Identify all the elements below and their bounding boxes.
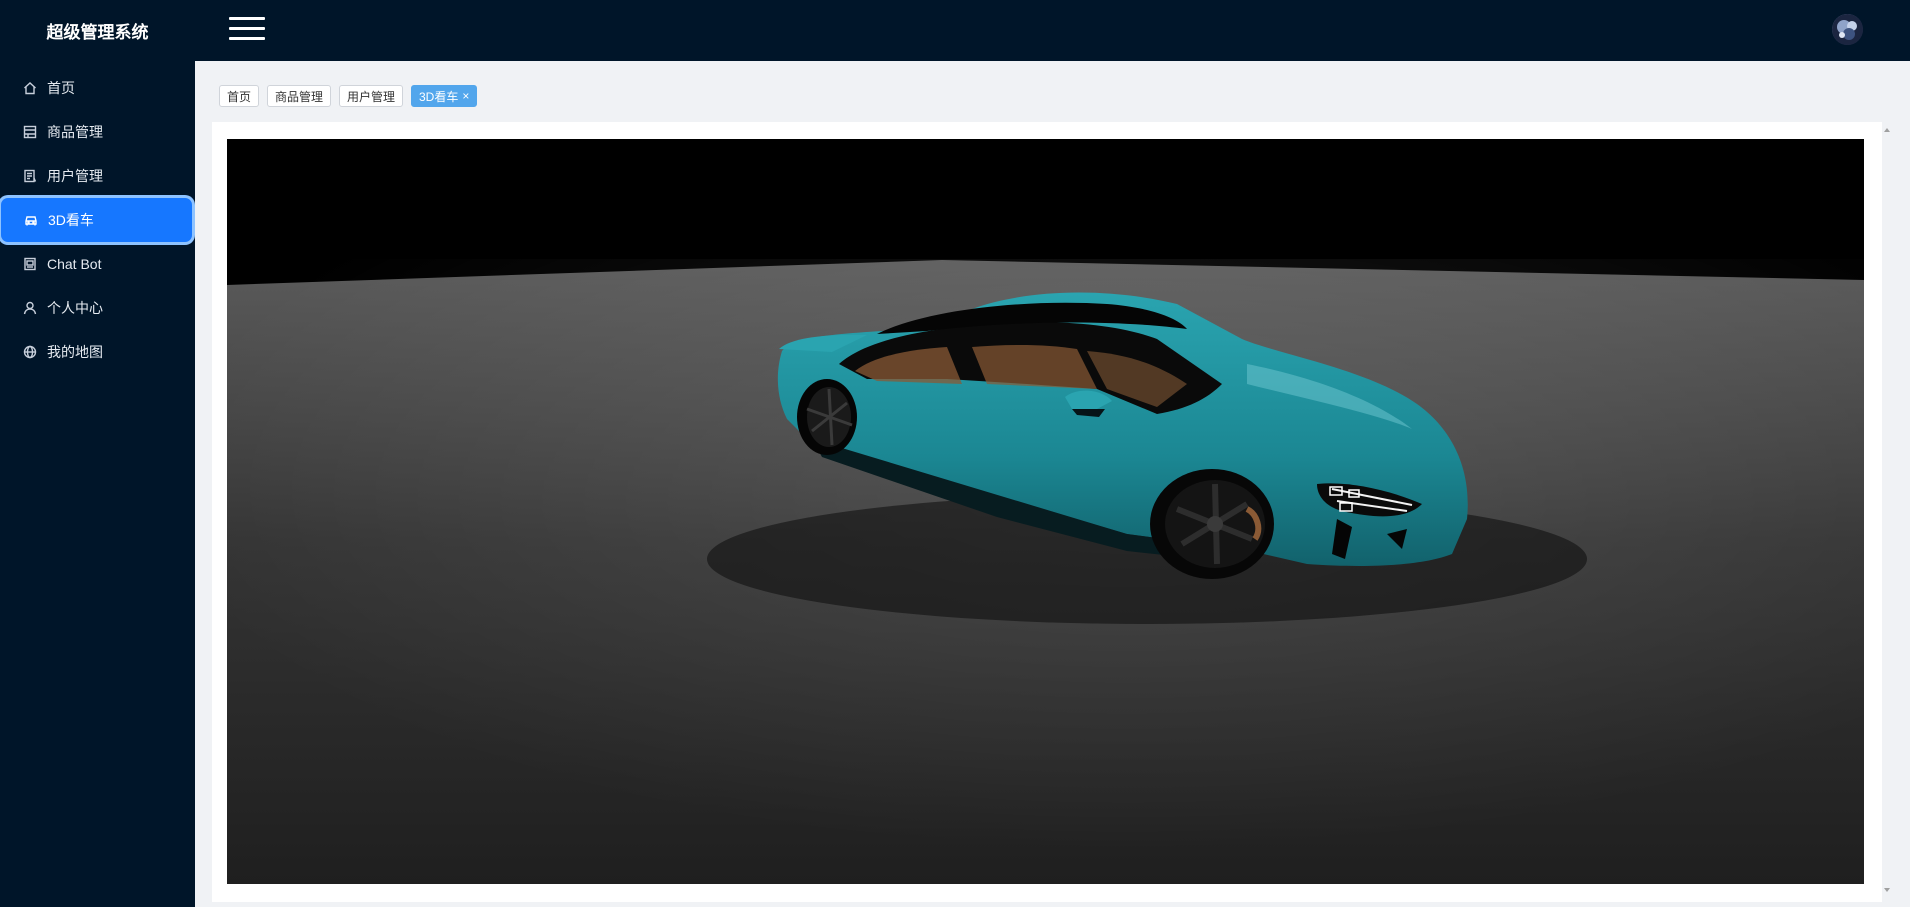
sidebar-item-label: 我的地图 [47, 344, 103, 360]
home-icon [23, 81, 37, 95]
sidebar-item-3d-car[interactable]: 3D看车 [1, 198, 192, 242]
tab-products[interactable]: 商品管理 [267, 85, 332, 107]
sidebar: 首页 商品管理 用户管理 3D看车 Chat Bot 个人中心 我的地图 [0, 61, 195, 907]
hamburger-icon[interactable] [229, 17, 265, 41]
car-icon [24, 213, 38, 227]
tab-label: 3D看车 [419, 89, 459, 104]
sidebar-item-label: 首页 [47, 80, 75, 96]
scroll-up-icon[interactable] [1882, 126, 1892, 134]
top-header: 超级管理系统 [0, 0, 1910, 61]
sidebar-item-label: 商品管理 [47, 124, 103, 140]
tab-label: 用户管理 [347, 89, 396, 104]
sidebar-item-label: 用户管理 [47, 168, 103, 184]
sidebar-item-home[interactable]: 首页 [0, 66, 195, 110]
tab-users[interactable]: 用户管理 [339, 85, 404, 107]
sidebar-item-label: Chat Bot [47, 256, 102, 272]
close-icon[interactable]: × [462, 89, 469, 103]
avatar[interactable] [1832, 14, 1863, 45]
sidebar-item-users[interactable]: 用户管理 [0, 154, 195, 198]
tab-3d-car[interactable]: 3D看车 × [411, 85, 478, 107]
tab-label: 首页 [227, 89, 252, 104]
sidebar-item-label: 个人中心 [47, 300, 103, 316]
sidebar-item-chat-bot[interactable]: Chat Bot [0, 242, 195, 286]
sidebar-item-products[interactable]: 商品管理 [0, 110, 195, 154]
tab-label: 商品管理 [275, 89, 324, 104]
globe-icon [23, 345, 37, 359]
3d-car-viewer[interactable] [227, 139, 1864, 884]
box-icon [23, 125, 37, 139]
bot-icon [23, 257, 37, 271]
user-list-icon [23, 169, 37, 183]
sidebar-item-map[interactable]: 我的地图 [0, 330, 195, 374]
sidebar-item-label: 3D看车 [48, 212, 94, 228]
tab-home[interactable]: 首页 [219, 85, 260, 107]
app-title: 超级管理系统 [46, 23, 149, 42]
sidebar-item-profile[interactable]: 个人中心 [0, 286, 195, 330]
scroll-down-icon[interactable] [1882, 886, 1892, 894]
user-icon [23, 301, 37, 315]
